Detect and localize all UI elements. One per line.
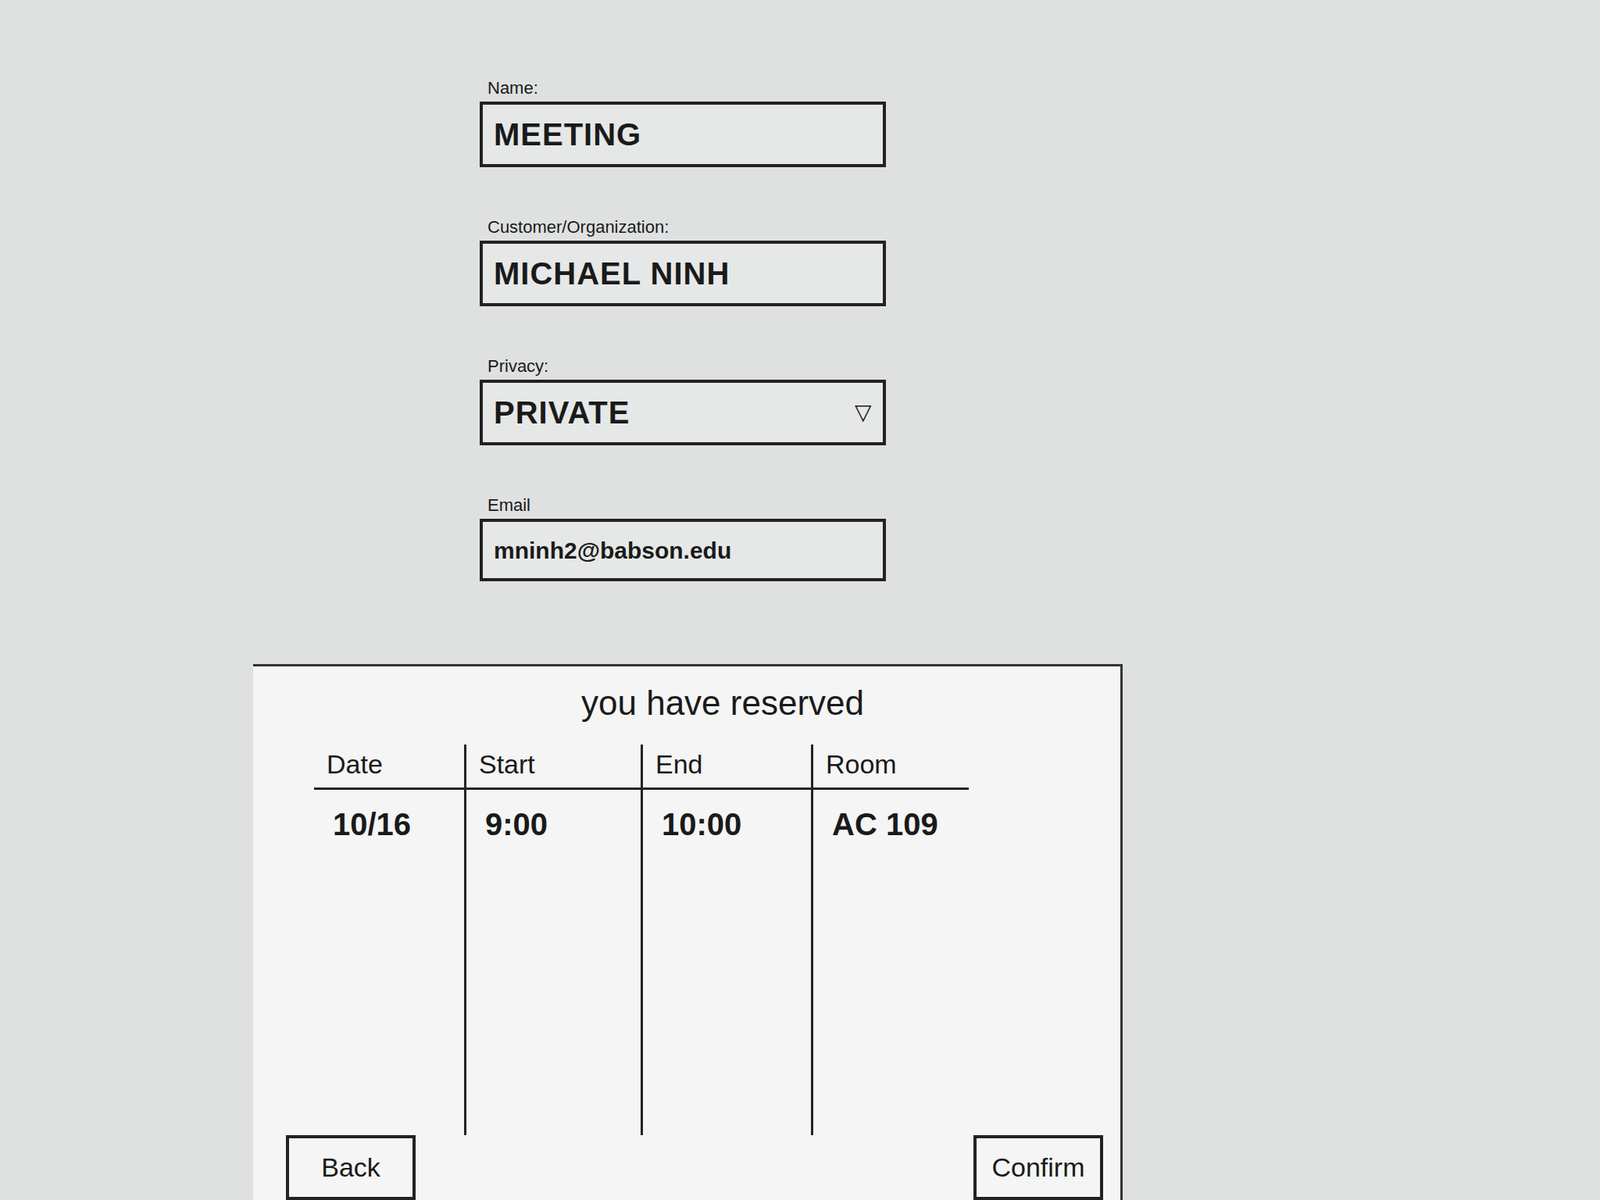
form-field: Name: MEETING: [479, 78, 886, 168]
field-value: MICHAEL NINH: [493, 250, 730, 297]
form-field: Email mninh2@babson.edu: [479, 495, 886, 582]
column-header: Date: [314, 744, 465, 790]
table-column: Start9:00: [464, 744, 641, 1136]
text-field[interactable]: mninh2@babson.edu: [479, 518, 886, 582]
back-button[interactable]: Back: [285, 1135, 416, 1200]
table-cell: 10:00: [642, 789, 811, 848]
dropdown-arrow-icon: ▽: [854, 396, 872, 429]
field-label: Name:: [479, 78, 886, 99]
column-header: End: [642, 744, 811, 790]
confirm-button[interactable]: Confirm: [973, 1135, 1104, 1200]
column-header: Start: [466, 744, 641, 790]
table-column: Date10/16: [314, 744, 465, 1136]
table-cell: 10/16: [314, 789, 465, 848]
table-cell: 9:00: [466, 789, 641, 848]
field-label: Email: [479, 495, 886, 516]
select-field[interactable]: PRIVATE ▽: [479, 379, 886, 446]
form: Name: MEETING Customer/Organization: MICHAE…: [479, 0, 886, 582]
form-field: Privacy: PRIVATE ▽: [479, 356, 886, 446]
table-column: End10:00: [640, 744, 811, 1136]
text-field[interactable]: MICHAEL NINH: [479, 240, 886, 307]
field-label: Privacy:: [479, 356, 886, 377]
table-cell: AC 109: [813, 789, 969, 848]
reservation-panel: you have reservedDate10/16Start9:00End10…: [253, 664, 1123, 1200]
table-column: RoomAC 109: [810, 744, 969, 1136]
field-value: MEETING: [493, 110, 642, 158]
form-field: Customer/Organization: MICHAEL NINH: [479, 217, 886, 307]
panel-title: you have reserved: [253, 666, 1121, 729]
text-field[interactable]: MEETING: [479, 101, 886, 168]
whiteboard: Name: MEETING Customer/Organization: MICHAE…: [0, 0, 1600, 1200]
field-value: mninh2@babson.edu: [493, 532, 732, 568]
column-header: Room: [813, 744, 969, 790]
reservation-table: Date10/16Start9:00End10:00RoomAC 109: [314, 744, 1121, 1136]
field-value: PRIVATE: [493, 389, 630, 436]
field-label: Customer/Organization:: [479, 217, 886, 238]
button-row: Back Confirm: [253, 1135, 1121, 1200]
